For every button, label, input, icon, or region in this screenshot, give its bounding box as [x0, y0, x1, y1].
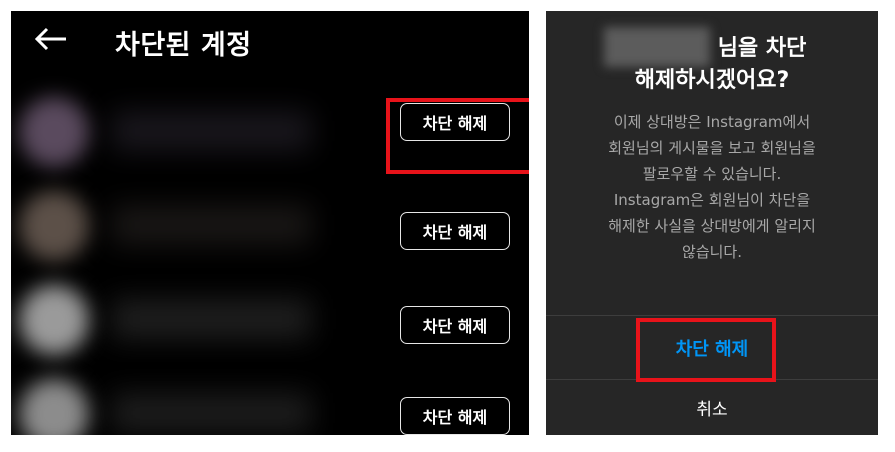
page-title: 차단된 계정: [115, 30, 252, 61]
message-line: 이제 상대방은 Instagram에서: [613, 113, 811, 131]
dialog-title: 님을 차단 해제하시겠어요?: [546, 33, 878, 97]
dialog-message: 이제 상대방은 Instagram에서 회원님의 게시물을 보고 회원님을 팔로…: [566, 109, 858, 265]
blocked-accounts-screen: 차단된 계정 차단 해제 차단 해제 차단 해제 차단 해제: [11, 11, 529, 435]
avatar: [19, 97, 89, 167]
list-item: 차단 해제: [11, 175, 529, 269]
message-line: 않습니다.: [682, 243, 742, 261]
unblock-button[interactable]: 차단 해제: [400, 103, 510, 141]
unblock-dialog: 님을 차단 해제하시겠어요? 이제 상대방은 Instagram에서 회원님의 …: [546, 11, 878, 435]
blurred-username: [111, 205, 311, 245]
avatar: [19, 379, 89, 435]
unblock-button[interactable]: 차단 해제: [400, 306, 510, 344]
account-list: 차단 해제 차단 해제 차단 해제 차단 해제: [11, 81, 529, 435]
list-item: 차단 해제: [11, 363, 529, 435]
blurred-username: [111, 111, 311, 151]
avatar: [19, 285, 89, 355]
dialog-title-line1: 님을 차단: [717, 36, 807, 61]
list-item: 차단 해제: [11, 81, 529, 175]
message-line: 팔로우할 수 있습니다.: [642, 165, 782, 183]
cancel-button[interactable]: 취소: [546, 380, 878, 435]
dialog-title-line2: 해제하시겠어요?: [634, 68, 790, 93]
blurred-username: [111, 299, 311, 339]
unblock-button[interactable]: 차단 해제: [400, 397, 510, 435]
message-line: 해제한 사실을 상대방에게 알리지: [608, 217, 816, 235]
header: 차단된 계정: [11, 11, 529, 81]
message-line: 회원님의 게시물을 보고 회원님을: [608, 139, 816, 157]
unblock-button[interactable]: 차단 해제: [400, 212, 510, 250]
confirm-unblock-button[interactable]: 차단 해제: [546, 316, 878, 379]
list-item: 차단 해제: [11, 269, 529, 363]
arrow-left-icon[interactable]: [29, 19, 73, 59]
blurred-username: [111, 393, 311, 433]
message-line: Instagram은 회원님이 차단을: [613, 191, 811, 209]
avatar: [19, 191, 89, 261]
